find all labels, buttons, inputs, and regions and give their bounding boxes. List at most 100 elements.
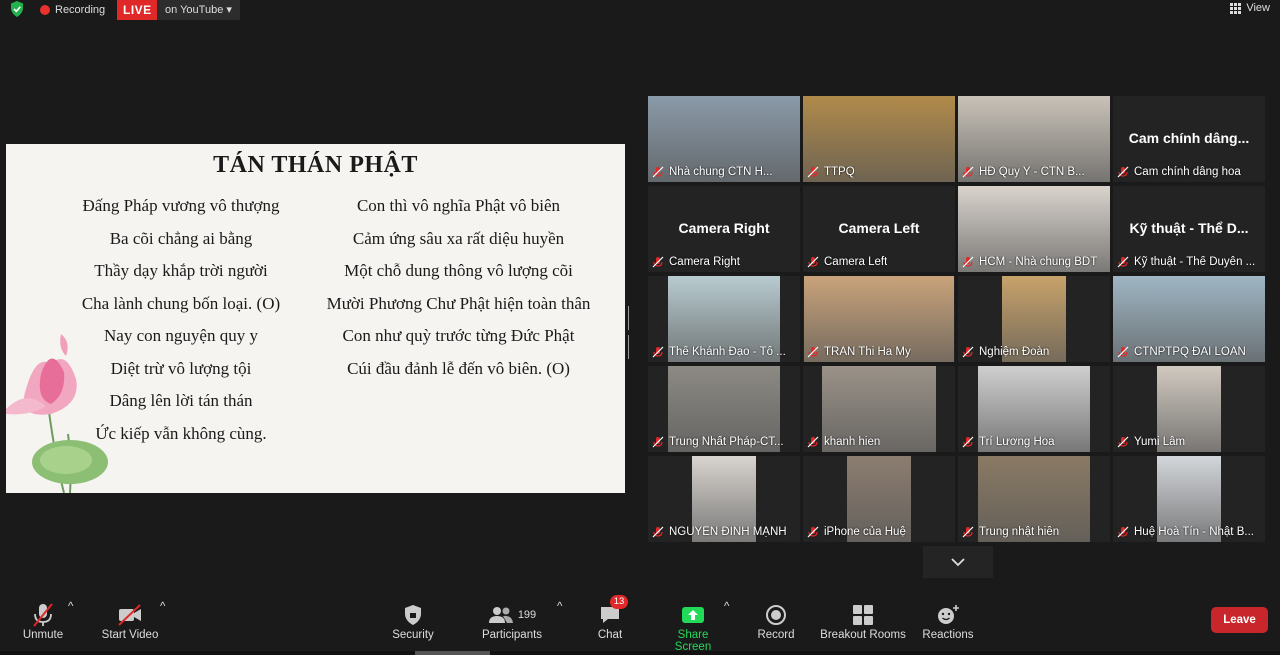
chat-button[interactable]: 13 Chat <box>590 595 630 641</box>
audio-options-caret[interactable]: ^ <box>68 601 73 613</box>
muted-mic-icon <box>807 346 819 358</box>
share-options-caret[interactable]: ^ <box>724 601 729 613</box>
view-button[interactable]: View <box>1230 0 1270 16</box>
muted-mic-icon <box>807 166 819 178</box>
participant-tile[interactable]: CTNPTPQ ĐÀI LOAN <box>1113 276 1265 362</box>
participant-name: Cam chính dâng hoa <box>1134 166 1241 178</box>
participant-tile[interactable]: Huệ Hoà Tín - Nhật B... <box>1113 456 1265 542</box>
participant-tile[interactable]: iPhone của Huệ <box>803 456 955 542</box>
participant-tile[interactable]: Trung Nhất Pháp-CT... <box>648 366 800 452</box>
view-label: View <box>1246 2 1270 14</box>
start-video-button[interactable]: Start Video <box>98 601 162 641</box>
verse-line: Ba cõi chẳng ai bằng <box>109 228 253 248</box>
muted-mic-icon <box>652 346 664 358</box>
breakout-rooms-label: Breakout Rooms <box>820 629 906 641</box>
record-icon <box>766 605 786 625</box>
participant-name-label: Huệ Hoà Tín - Nhật B... <box>1117 524 1261 540</box>
participant-name: Thể Khánh Đạo - Tổ ... <box>669 346 786 358</box>
verse-line: Cảm ứng sâu xa rất diệu huyền <box>352 228 565 248</box>
split-view-resize-handle[interactable] <box>628 306 632 359</box>
security-button[interactable]: Security <box>388 601 438 641</box>
participant-tile[interactable]: HĐ Quy Y - CTN B... <box>958 96 1110 182</box>
participant-tile[interactable]: Kỹ thuật - Thể D... Kỹ thuật - Thể Duyên … <box>1113 186 1265 272</box>
live-badge: LIVE <box>117 0 158 20</box>
livestream-platform-dropdown[interactable]: on YouTube ▾ <box>157 0 240 20</box>
participants-options-caret[interactable]: ^ <box>557 601 562 613</box>
slide-title: TÁN THÁN PHẬT <box>213 152 418 178</box>
bottom-edge <box>0 651 1280 655</box>
breakout-rooms-button[interactable]: Breakout Rooms <box>820 601 906 641</box>
verse-line: Con như quỳ trước từng Đức Phật <box>342 326 575 345</box>
participant-tile[interactable]: HCM - Nhà chung BDT <box>958 186 1110 272</box>
participant-name-large: Cam chính dâng... <box>1128 130 1250 146</box>
video-options-caret[interactable]: ^ <box>160 601 165 613</box>
record-button[interactable]: Record <box>756 601 796 641</box>
participants-button[interactable]: 199 Participants <box>478 601 546 641</box>
muted-mic-icon <box>1117 346 1129 358</box>
participant-tile[interactable]: TTPQ <box>803 96 955 182</box>
verse-line: Thầy dạy khắp trời người <box>94 261 268 280</box>
participant-name: khanh hien <box>824 436 881 448</box>
participant-tile[interactable]: NGUYỄN ĐÌNH MẠNH <box>648 456 800 542</box>
muted-mic-icon <box>1117 256 1129 268</box>
horizontal-scrollbar-thumb[interactable] <box>415 651 490 655</box>
muted-mic-icon <box>652 256 664 268</box>
muted-mic-icon <box>652 526 664 538</box>
unmute-label: Unmute <box>22 629 64 641</box>
participant-name-label: Trung nhật hiền <box>962 524 1106 540</box>
participant-tile[interactable]: Nhà chung CTN H... <box>648 96 800 182</box>
participant-name: TTPQ <box>824 166 855 178</box>
participant-name-label: iPhone của Huệ <box>807 524 951 540</box>
participant-name-label: HĐ Quy Y - CTN B... <box>962 164 1106 180</box>
security-shield-icon <box>405 605 421 625</box>
chat-unread-badge: 13 <box>610 595 628 609</box>
participant-name-label: HCM - Nhà chung BDT <box>962 254 1106 270</box>
chevron-down-icon <box>951 558 965 567</box>
participants-count: 199 <box>517 609 537 621</box>
muted-mic-icon <box>962 256 974 268</box>
leave-meeting-button[interactable]: Leave <box>1211 607 1268 633</box>
participant-tile[interactable]: Cam chính dâng... Cam chính dâng hoa <box>1113 96 1265 182</box>
shared-screen-slide: TÁN THÁN PHẬT Đấng Pháp vương vô thượng … <box>6 144 625 493</box>
recording-indicator[interactable]: Recording <box>40 0 105 20</box>
record-label: Record <box>757 629 795 641</box>
participant-name-label: Nhà chung CTN H... <box>652 164 796 180</box>
muted-mic-icon <box>962 166 974 178</box>
muted-mic-icon <box>807 256 819 268</box>
share-screen-arrow-icon <box>682 607 704 623</box>
reactions-label: Reactions <box>922 629 974 641</box>
participant-tile[interactable]: Camera Left Camera Left <box>803 186 955 272</box>
participant-name: Camera Left <box>824 256 888 268</box>
participant-tile[interactable]: Nghiệm Đoàn <box>958 276 1110 362</box>
participant-tile[interactable]: Trung nhật hiền <box>958 456 1110 542</box>
participant-name-label: Trung Nhất Pháp-CT... <box>652 434 796 450</box>
participant-name: Kỹ thuật - Thể Duyên ... <box>1134 256 1256 268</box>
participant-name: Camera Right <box>669 256 740 268</box>
participant-tile[interactable]: TRAN Thi Ha My <box>803 276 955 362</box>
unmute-button[interactable]: Unmute <box>18 601 68 641</box>
participant-name: Trung Nhất Pháp-CT... <box>669 436 784 448</box>
participant-name-label: Camera Right <box>652 254 796 270</box>
muted-mic-icon <box>1117 526 1129 538</box>
participant-tile[interactable]: khanh hien <box>803 366 955 452</box>
share-screen-button[interactable]: Share Screen <box>658 601 728 653</box>
participant-tile[interactable]: Trí Lương Hoa <box>958 366 1110 452</box>
participant-name: Nhà chung CTN H... <box>669 166 773 178</box>
encryption-shield-icon[interactable] <box>10 1 24 17</box>
participant-name-label: TTPQ <box>807 164 951 180</box>
participant-tile[interactable]: Camera Right Camera Right <box>648 186 800 272</box>
participant-tile[interactable]: Thể Khánh Đạo - Tổ ... <box>648 276 800 362</box>
participant-name-label: Camera Left <box>807 254 951 270</box>
next-page-button[interactable] <box>923 546 993 578</box>
verse-line: Con thì vô nghĩa Phật vô biên <box>356 196 561 215</box>
reactions-button[interactable]: Reactions <box>922 601 974 641</box>
participant-name-large: Camera Right <box>678 220 770 236</box>
participant-name-label: CTNPTPQ ĐÀI LOAN <box>1117 344 1261 360</box>
participant-tile[interactable]: Yumi Lâm <box>1113 366 1265 452</box>
emoji-reaction-icon <box>938 605 959 624</box>
participant-name-label: khanh hien <box>807 434 951 450</box>
muted-mic-icon <box>652 436 664 448</box>
participant-name-label: Yumi Lâm <box>1117 434 1261 450</box>
verse-line: Một chỗ dung thông vô lượng cõi <box>344 261 573 280</box>
start-video-label: Start Video <box>101 629 159 641</box>
